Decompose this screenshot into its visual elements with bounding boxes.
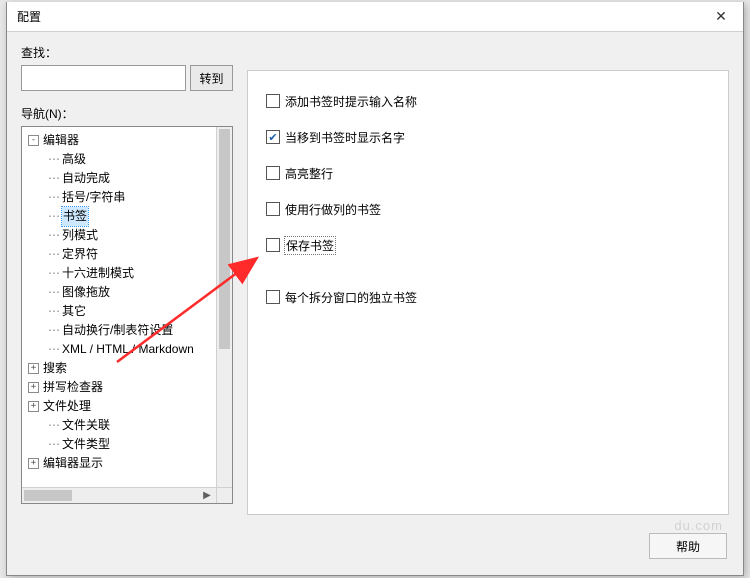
- nav-tree-viewport: -编辑器⋯高级⋯自动完成⋯括号/字符串⋯书签⋯列模式⋯定界符⋯十六进制模式⋯图像…: [22, 127, 216, 487]
- tree-node[interactable]: ⋯自动换行/制表符设置: [22, 321, 216, 340]
- expand-icon[interactable]: +: [28, 382, 39, 393]
- tree-node[interactable]: + 文件处理: [22, 397, 216, 416]
- expand-icon[interactable]: +: [28, 401, 39, 412]
- tree-node-label[interactable]: 编辑器显示: [43, 454, 103, 473]
- checkbox[interactable]: [266, 166, 280, 180]
- tree-leaf-icon: ⋯: [48, 321, 60, 340]
- go-button[interactable]: 转到: [190, 65, 233, 91]
- option-row: 添加书签时提示输入名称: [266, 91, 710, 111]
- checkbox[interactable]: [266, 238, 280, 252]
- tree-node-label[interactable]: 文件关联: [62, 416, 110, 435]
- tree-node[interactable]: -编辑器: [22, 131, 216, 150]
- collapse-icon[interactable]: -: [28, 135, 39, 146]
- tree-leaf-icon: ⋯: [48, 264, 60, 283]
- tree-node-label[interactable]: 编辑器: [43, 131, 79, 150]
- tree-node-label[interactable]: 文件类型: [62, 435, 110, 454]
- checkbox-label[interactable]: 添加书签时提示输入名称: [285, 93, 417, 110]
- tree-leaf-icon: ⋯: [48, 340, 60, 359]
- close-icon: ✕: [715, 8, 727, 25]
- tree-leaf-icon: ⋯: [48, 435, 60, 454]
- tree-node[interactable]: ⋯自动完成: [22, 169, 216, 188]
- tree-node[interactable]: ⋯文件关联: [22, 416, 216, 435]
- tree-node-label[interactable]: 自动换行/制表符设置: [62, 321, 173, 340]
- option-row: 使用行做列的书签: [266, 199, 710, 219]
- tree-node[interactable]: ⋯十六进制模式: [22, 264, 216, 283]
- tree-node[interactable]: + 搜索: [22, 359, 216, 378]
- left-column: 查找： 转到 导航(N)： -编辑器⋯高级⋯自动完成⋯括号/字符串⋯书签⋯列模式…: [21, 44, 233, 504]
- expand-icon[interactable]: +: [28, 363, 39, 374]
- checkbox-label[interactable]: 高亮整行: [285, 165, 333, 182]
- tree-node[interactable]: ⋯其它: [22, 302, 216, 321]
- close-button[interactable]: ✕: [699, 2, 743, 32]
- horizontal-scrollbar-thumb[interactable]: [24, 490, 72, 501]
- find-row: 转到: [21, 65, 233, 91]
- tree-leaf-icon: ⋯: [48, 416, 60, 435]
- tree-leaf-icon: ⋯: [48, 188, 60, 207]
- dialog-body: 查找： 转到 导航(N)： -编辑器⋯高级⋯自动完成⋯括号/字符串⋯书签⋯列模式…: [7, 32, 743, 575]
- checkbox[interactable]: [266, 94, 280, 108]
- find-label: 查找：: [21, 44, 233, 61]
- checkbox-label[interactable]: 当移到书签时显示名字: [285, 129, 405, 146]
- checkbox[interactable]: ✔: [266, 130, 280, 144]
- tree-node-label[interactable]: 括号/字符串: [62, 188, 125, 207]
- titlebar: 配置 ✕: [7, 2, 743, 32]
- checkbox-label[interactable]: 使用行做列的书签: [285, 201, 381, 218]
- tree-node-label[interactable]: 拼写检查器: [43, 378, 103, 397]
- tree-node-label[interactable]: 定界符: [62, 245, 98, 264]
- tree-node-label[interactable]: 书签: [62, 207, 88, 226]
- tree-node[interactable]: ⋯高级: [22, 150, 216, 169]
- tree-node[interactable]: ⋯括号/字符串: [22, 188, 216, 207]
- tree-node[interactable]: ⋯定界符: [22, 245, 216, 264]
- tree-node[interactable]: ⋯列模式: [22, 226, 216, 245]
- checkbox[interactable]: [266, 202, 280, 216]
- scrollbar-corner: [216, 487, 232, 503]
- dialog-title: 配置: [17, 8, 41, 25]
- tree-node[interactable]: ⋯XML / HTML / Markdown: [22, 340, 216, 359]
- tree-node-label[interactable]: 搜索: [43, 359, 67, 378]
- option-row: 每个拆分窗口的独立书签: [266, 287, 710, 307]
- vertical-scrollbar-thumb[interactable]: [219, 129, 230, 349]
- find-input[interactable]: [21, 65, 186, 91]
- option-row: 高亮整行: [266, 163, 710, 183]
- tree-node-label[interactable]: 图像拖放: [62, 283, 110, 302]
- tree-node[interactable]: + 编辑器显示: [22, 454, 216, 473]
- checkbox-label[interactable]: 每个拆分窗口的独立书签: [285, 289, 417, 306]
- tree-node-label[interactable]: 其它: [62, 302, 86, 321]
- options-panel: 添加书签时提示输入名称 ✔ 当移到书签时显示名字高亮整行使用行做列的书签保存书签每个…: [247, 70, 729, 515]
- tree-leaf-icon: ⋯: [48, 207, 60, 226]
- tree-node-label[interactable]: 列模式: [62, 226, 98, 245]
- tree-leaf-icon: ⋯: [48, 169, 60, 188]
- watermark: du.com: [674, 518, 723, 533]
- nav-tree: -编辑器⋯高级⋯自动完成⋯括号/字符串⋯书签⋯列模式⋯定界符⋯十六进制模式⋯图像…: [21, 126, 233, 504]
- nav-label: 导航(N)：: [21, 105, 233, 122]
- checkbox-label[interactable]: 保存书签: [285, 237, 335, 254]
- tree-node[interactable]: ⋯图像拖放: [22, 283, 216, 302]
- tree-node-label[interactable]: 自动完成: [62, 169, 110, 188]
- tree-node[interactable]: ⋯书签: [22, 207, 216, 226]
- horizontal-scrollbar[interactable]: ▶: [22, 487, 216, 503]
- help-button[interactable]: 帮助: [649, 533, 727, 559]
- tree-node-label[interactable]: 十六进制模式: [62, 264, 134, 283]
- expand-icon[interactable]: +: [28, 458, 39, 469]
- tree-node[interactable]: + 拼写检查器: [22, 378, 216, 397]
- button-bar: 帮助: [649, 533, 727, 559]
- tree-leaf-icon: ⋯: [48, 150, 60, 169]
- tree-node[interactable]: ⋯文件类型: [22, 435, 216, 454]
- scrollbar-right-arrow-icon[interactable]: ▶: [200, 488, 214, 503]
- tree-leaf-icon: ⋯: [48, 245, 60, 264]
- vertical-scrollbar[interactable]: [216, 127, 232, 487]
- tree-node-label[interactable]: XML / HTML / Markdown: [62, 340, 194, 359]
- option-row: 保存书签: [266, 235, 710, 255]
- tree-node-label[interactable]: 文件处理: [43, 397, 91, 416]
- tree-leaf-icon: ⋯: [48, 226, 60, 245]
- config-dialog: 配置 ✕ 查找： 转到 导航(N)： -编辑器⋯高级⋯自动完成⋯括号/字符串⋯书…: [6, 2, 744, 576]
- option-row: ✔ 当移到书签时显示名字: [266, 127, 710, 147]
- tree-node-label[interactable]: 高级: [62, 150, 86, 169]
- checkbox[interactable]: [266, 290, 280, 304]
- tree-leaf-icon: ⋯: [48, 302, 60, 321]
- tree-leaf-icon: ⋯: [48, 283, 60, 302]
